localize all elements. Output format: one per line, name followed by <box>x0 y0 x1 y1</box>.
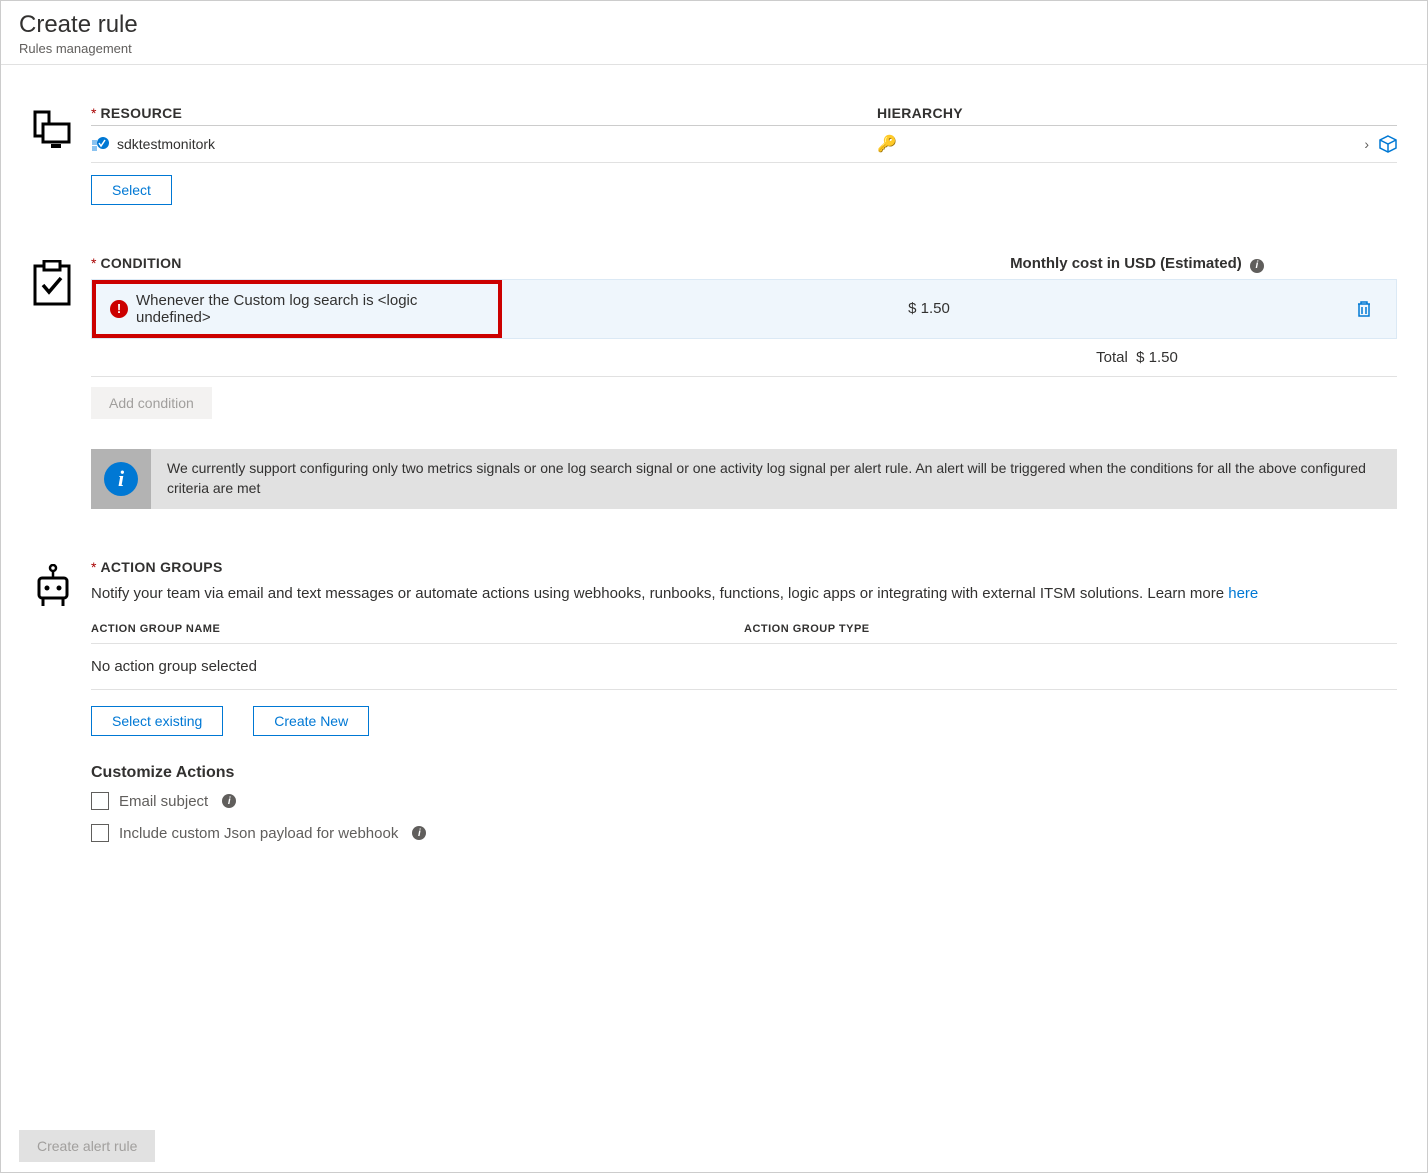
alert-icon: ! <box>110 300 128 318</box>
condition-row[interactable]: ! Whenever the Custom log search is <log… <box>91 279 1397 339</box>
cube-icon <box>1379 135 1397 153</box>
condition-label: CONDITION <box>100 255 181 271</box>
action-groups-section: *ACTION GROUPS Notify your team via emai… <box>31 559 1397 857</box>
learn-more-link[interactable]: here <box>1228 585 1258 602</box>
info-text: We currently support configuring only tw… <box>151 449 1397 508</box>
page-header: Create rule Rules management <box>1 1 1427 65</box>
ag-empty-text: No action group selected <box>91 644 1397 690</box>
info-icon[interactable]: i <box>1250 259 1264 273</box>
key-icon: 🔑 <box>877 134 897 154</box>
info-icon: i <box>104 462 138 496</box>
condition-text: Whenever the Custom log search is <logic… <box>136 292 484 326</box>
workspace-icon <box>91 135 109 153</box>
computer-icon <box>31 110 73 152</box>
json-payload-label: Include custom Json payload for webhook <box>119 825 398 842</box>
info-icon[interactable]: i <box>222 794 236 808</box>
condition-cost: $ 1.50 <box>502 290 1356 327</box>
email-subject-checkbox[interactable] <box>91 792 109 810</box>
total-value: $ 1.50 <box>1136 349 1178 366</box>
clipboard-check-icon <box>31 260 73 306</box>
page-title: Create rule <box>19 11 1409 39</box>
hierarchy-label: HIERARCHY <box>877 105 963 121</box>
resource-section-icon <box>31 105 91 205</box>
create-alert-rule-button: Create alert rule <box>19 1130 155 1162</box>
resource-section: *RESOURCE HIERARCHY sdktestmonitork 🔑 › <box>31 105 1397 205</box>
select-resource-button[interactable]: Select <box>91 175 172 205</box>
json-payload-checkbox[interactable] <box>91 824 109 842</box>
chevron-right-icon: › <box>1364 136 1369 152</box>
create-new-button[interactable]: Create New <box>253 706 369 736</box>
action-groups-icon <box>31 559 91 857</box>
action-groups-desc: Notify your team via email and text mess… <box>91 585 1228 602</box>
resource-label: RESOURCE <box>100 105 182 121</box>
resource-name: sdktestmonitork <box>117 136 215 152</box>
breadcrumb: Rules management <box>19 41 1409 56</box>
robot-icon <box>31 564 75 608</box>
trash-icon <box>1356 300 1372 318</box>
footer: Create alert rule <box>1 1120 1427 1172</box>
select-existing-button[interactable]: Select existing <box>91 706 223 736</box>
condition-section: *CONDITION Monthly cost in USD (Estimate… <box>31 255 1397 509</box>
action-groups-label: ACTION GROUPS <box>100 559 222 575</box>
ag-name-header: ACTION GROUP NAME <box>91 623 744 635</box>
email-subject-label: Email subject <box>119 793 208 810</box>
required-star: * <box>91 255 96 271</box>
info-box: i We currently support configuring only … <box>91 449 1397 509</box>
total-label: Total <box>1096 349 1128 366</box>
customize-actions-title: Customize Actions <box>91 764 1397 782</box>
condition-section-icon <box>31 255 91 509</box>
add-condition-button: Add condition <box>91 387 212 419</box>
info-icon[interactable]: i <box>412 826 426 840</box>
cost-header: Monthly cost in USD (Estimated) <box>1010 255 1242 272</box>
resource-row[interactable]: sdktestmonitork 🔑 › <box>91 126 1397 163</box>
ag-type-header: ACTION GROUP TYPE <box>744 623 1397 635</box>
required-star: * <box>91 559 96 575</box>
required-star: * <box>91 105 96 121</box>
delete-condition-button[interactable] <box>1356 300 1396 318</box>
